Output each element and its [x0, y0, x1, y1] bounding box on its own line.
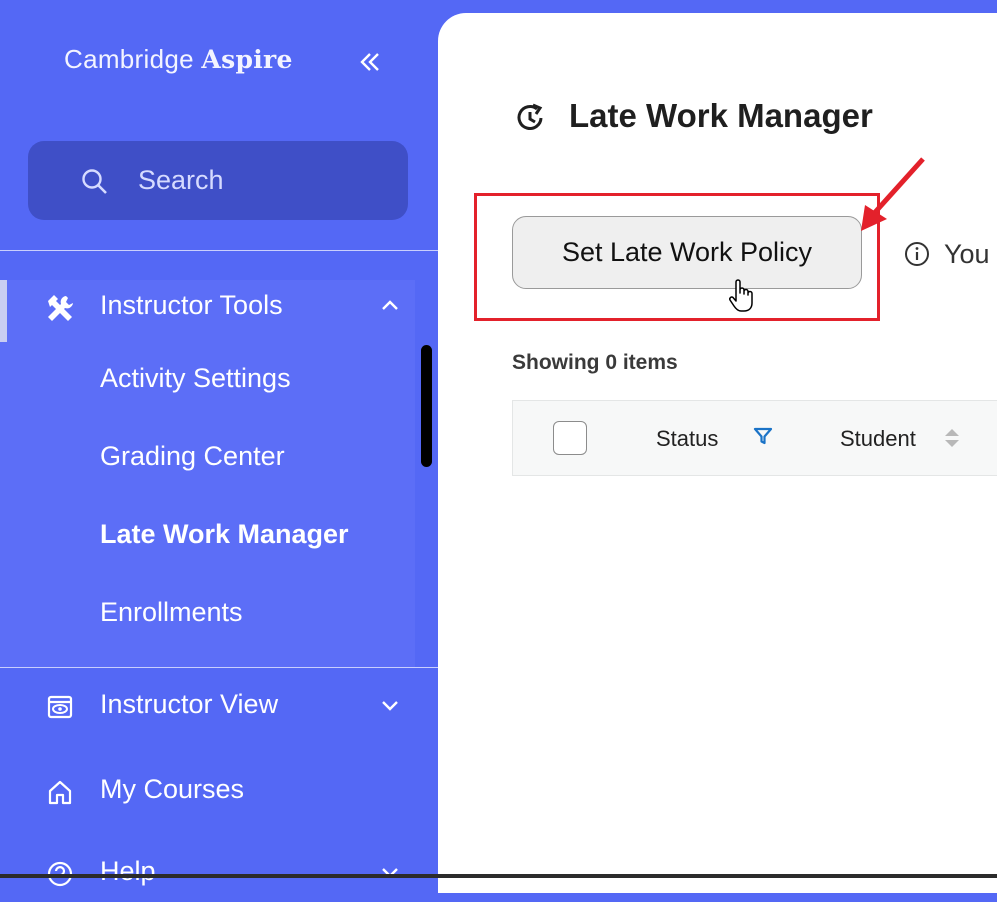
info-icon [905, 242, 929, 266]
sidebar-item-instructor-view[interactable]: Instructor View [0, 679, 438, 735]
info-text: You c [944, 239, 997, 269]
instructor-view-icon [47, 695, 73, 719]
main-content: Late Work Manager Set Late Work Policy Y… [438, 13, 997, 893]
history-icon [517, 103, 543, 130]
sidebar-item-instructor-tools[interactable]: Instructor Tools [0, 280, 438, 336]
home-icon [48, 780, 72, 805]
chevron-down-icon[interactable] [378, 693, 402, 717]
page-title: Late Work Manager [569, 97, 873, 134]
items-count: Showing 0 items [512, 351, 678, 374]
brand-name-bold: Aspire [201, 45, 293, 74]
brand-logo[interactable]: Cambridge Aspire [64, 44, 293, 75]
callout-arrow-icon [861, 157, 925, 231]
brand-name-light: Cambridge [64, 44, 194, 74]
collapse-icon [360, 53, 379, 71]
column-header-status[interactable]: Status [656, 426, 718, 452]
sidebar-item-late-work-manager[interactable]: Late Work Manager [100, 519, 349, 550]
sidebar-item-activity-settings[interactable]: Activity Settings [100, 363, 291, 394]
help-label: Help [100, 856, 156, 886]
sidebar-divider-2 [0, 667, 438, 668]
my-courses-label: My Courses [100, 774, 245, 804]
sort-icon[interactable] [943, 427, 961, 449]
search-icon [82, 169, 107, 194]
window-bottom-edge [0, 874, 997, 878]
column-header-student[interactable]: Student [840, 426, 916, 452]
filter-icon[interactable] [753, 426, 773, 446]
sidebar-scrollbar[interactable] [421, 345, 432, 467]
instructor-view-label: Instructor View [100, 689, 279, 719]
table-header: Status Student [512, 400, 997, 476]
tools-icon [48, 295, 73, 321]
chevron-down-icon[interactable] [378, 860, 402, 884]
sidebar: Cambridge Aspire Search Instructor Tools… [0, 0, 438, 887]
sidebar-item-my-courses[interactable]: My Courses [0, 764, 438, 820]
select-all-checkbox[interactable] [553, 421, 587, 455]
search-label: Search [138, 165, 224, 195]
search-box[interactable]: Search [28, 141, 408, 220]
sidebar-divider [0, 250, 438, 251]
sidebar-item-grading-center[interactable]: Grading Center [100, 441, 285, 472]
set-late-work-policy-button[interactable]: Set Late Work Policy [512, 216, 862, 289]
sidebar-item-enrollments[interactable]: Enrollments [100, 597, 243, 628]
chevron-up-icon[interactable] [378, 294, 402, 318]
hand-cursor-icon [729, 279, 753, 312]
collapse-sidebar-button[interactable] [356, 44, 384, 80]
instructor-tools-label: Instructor Tools [100, 290, 283, 320]
